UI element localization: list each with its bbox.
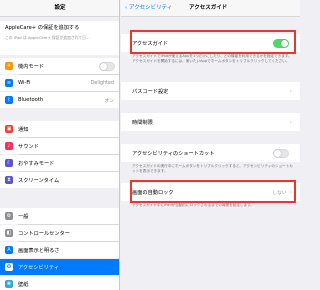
sidebar-item-wallpaper[interactable]: ❀ 壁紙 [0,276,119,290]
settings-sidebar: 設定 AppleCare+ の保証を追加する この iPad は AppleCa… [0,0,120,290]
sidebar-item-bluetooth[interactable]: ᛒ Bluetooth オン [0,92,119,108]
accessibility-shortcut-label: アクセシビリティのショートカット [132,150,215,157]
airplane-toggle[interactable] [99,61,115,71]
sidebar-item-label: 壁紙 [18,281,29,288]
guided-access-toggle[interactable] [273,38,289,48]
page-title: アクセスガイド [189,5,228,11]
wifi-icon: ≋ [5,79,13,87]
applecare-note: この iPad は AppleCare+ 保証が追加されて日... [5,35,90,40]
sidebar-item-sound[interactable]: ♪ サウンド [0,138,119,154]
time-limits-label: 時間制限 [132,119,153,126]
nav-bar: ‹ アクセシビリティ アクセスガイド [121,0,300,17]
guided-access-row: アクセスガイド [121,34,300,52]
accessibility-icon: ✪ [5,263,13,271]
chevron-right-icon: › [289,188,292,196]
sidebar-item-do-not-disturb[interactable]: ☾ おやすみモード [0,155,119,171]
auto-lock-row[interactable]: 画面の自動ロック しない › [121,183,300,201]
sound-icon: ♪ [5,142,13,150]
wallpaper-icon: ❀ [5,280,13,288]
sidebar-item-label: 通知 [18,126,29,133]
back-button[interactable]: ‹ アクセシビリティ [125,0,172,17]
moon-icon: ☾ [5,159,13,167]
hourglass-icon: ⧗ [5,176,13,184]
accessibility-shortcut-note: アクセスガイドの実行中にホームボタンをトリプルクリックすると、アクセシビリティの… [132,164,293,173]
sidebar-item-label: コントロールセンター [18,230,70,237]
auto-lock-label: 画面の自動ロック [132,189,174,196]
sidebar-item-notifications[interactable]: ▣ 通知 [0,121,119,137]
sidebar-item-label: スクリーンタイム [18,177,60,184]
chevron-left-icon: ‹ [125,5,128,11]
bluetooth-value: オン [104,98,114,104]
sidebar-item-label: Wi-Fi [18,80,31,86]
time-limits-row[interactable]: 時間制限 › [121,113,300,131]
gear-icon: ⚙ [5,212,13,220]
bluetooth-icon: ᛒ [5,96,13,104]
applecare-cell[interactable]: AppleCare+ の保証を追加する この iPad は AppleCare+… [0,21,119,55]
sidebar-title: 設定 [0,0,119,17]
accessibility-shortcut-row: アクセシビリティのショートカット [121,144,300,162]
sidebar-item-label: 一般 [18,213,29,220]
chevron-right-icon: › [289,118,292,126]
sidebar-item-general[interactable]: ⚙ 一般 [0,208,119,224]
sidebar-item-control-center[interactable]: ◧ コントロールセンター [0,225,119,241]
sidebar-item-accessibility[interactable]: ✪ アクセシビリティ [0,259,119,275]
passcode-settings-label: パスコード設定 [132,88,169,95]
sidebar-item-screen-time[interactable]: ⧗ スクリーンタイム [0,172,119,188]
applecare-label: AppleCare+ の保証を追加する [5,25,80,31]
accessibility-shortcut-toggle[interactable] [273,148,289,158]
sidebar-item-label: 画面表示と明るさ [18,247,60,254]
auto-lock-note: アクセスガイド中にiPadが自動的にロックされるまでの時間を設定します。 [132,203,254,207]
sidebar-item-label: Bluetooth [18,97,44,103]
guided-access-label: アクセスガイド [132,40,169,47]
control-center-icon: ◧ [5,229,13,237]
sidebar-item-wifi[interactable]: ≋ Wi-Fi Delighted [0,75,119,91]
notifications-icon: ▣ [5,125,13,133]
guided-access-note: アクセスガイドでiPadが使えるAppを1つだけにしたり、どの機能を利用できるか… [132,54,292,63]
wifi-value: Delighted [90,80,114,86]
sidebar-item-label: 機内モード [18,63,44,70]
airplane-icon: ✈ [5,62,13,70]
chevron-right-icon: › [289,87,292,95]
passcode-settings-row[interactable]: パスコード設定 › [121,82,300,100]
auto-lock-value: しない [272,190,287,196]
sidebar-item-label: おやすみモード [18,160,55,167]
guided-access-detail: ‹ アクセシビリティ アクセスガイド アクセスガイド アクセスガイドでiPadが… [121,0,300,290]
sidebar-item-label: アクセシビリティ [18,264,59,271]
sidebar-item-label: サウンド [18,143,39,150]
back-label: アクセシビリティ [128,5,173,11]
display-icon: A [5,246,13,254]
sidebar-item-airplane[interactable]: ✈ 機内モード [0,58,119,74]
sidebar-item-display[interactable]: A 画面表示と明るさ [0,242,119,258]
